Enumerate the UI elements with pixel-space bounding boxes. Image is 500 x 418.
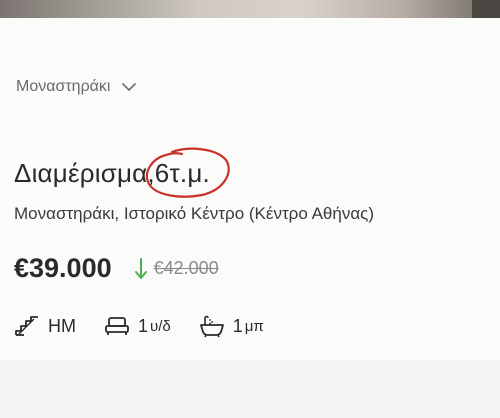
- area-selector-label: Μοναστηράκι: [16, 78, 111, 95]
- old-price: €42.000: [153, 258, 219, 278]
- bed-icon: [105, 317, 129, 335]
- feature-floor: HM: [14, 315, 76, 337]
- listing-photo[interactable]: [0, 0, 500, 18]
- listing-address: Μοναστηράκι, Ιστορικό Κέντρο (Κέντρο Αθή…: [14, 204, 375, 223]
- area-selector[interactable]: Μοναστηράκι: [16, 78, 137, 96]
- bathtub-icon: [199, 315, 224, 338]
- arrow-down-icon: [134, 257, 148, 280]
- feature-bedrooms-unit: υ/δ: [150, 317, 171, 335]
- feature-list: HM 1 υ/δ 1 μπ: [14, 314, 292, 338]
- listing-title-size-wrap: 6τ.μ.: [145, 147, 230, 198]
- current-price: €39.000: [14, 253, 112, 283]
- feature-bathrooms-unit: μπ: [244, 317, 264, 335]
- listing-title-type: Διαμέρισμα,: [14, 158, 155, 188]
- photo-shadow: [472, 0, 500, 18]
- feature-bathrooms-value: 1: [232, 315, 243, 336]
- stairs-icon: [15, 316, 38, 336]
- feature-bedrooms-value: 1: [138, 315, 149, 336]
- listing-title-size: 6τ.μ.: [154, 158, 210, 188]
- feature-bathrooms: 1 μπ: [199, 314, 264, 338]
- listing-title[interactable]: Διαμέρισμα,6τ.μ.: [14, 147, 230, 198]
- feature-floor-value: HM: [48, 315, 76, 336]
- chevron-down-icon: [122, 82, 137, 91]
- price-row: €39.000 €42.000: [14, 253, 219, 284]
- feature-bedrooms: 1 υ/δ: [104, 315, 171, 337]
- listing-card: Μοναστηράκι Διαμέρισμα,6τ.μ. Μοναστηράκι…: [0, 18, 500, 360]
